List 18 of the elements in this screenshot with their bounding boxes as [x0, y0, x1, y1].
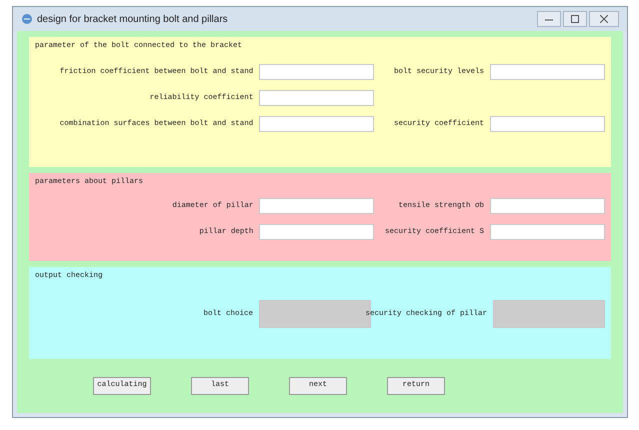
- input-field[interactable]: [259, 90, 374, 106]
- window-title: design for bracket mounting bolt and pillars: [37, 12, 228, 26]
- input-field[interactable]: [490, 116, 605, 132]
- input-field[interactable]: [259, 64, 374, 80]
- input-field[interactable]: [490, 224, 605, 240]
- close-icon: [600, 15, 608, 23]
- input-field[interactable]: [259, 116, 374, 132]
- input-field[interactable]: [259, 224, 374, 240]
- input-field[interactable]: [259, 198, 374, 214]
- minimize-icon: [545, 17, 553, 21]
- input-field[interactable]: [490, 64, 605, 80]
- input-field[interactable]: [490, 198, 605, 214]
- maximize-icon: [571, 15, 579, 23]
- input-field[interactable]: [493, 300, 605, 328]
- minimize-button[interactable]: [537, 11, 561, 27]
- app-icon: [21, 13, 33, 25]
- maximize-button[interactable]: [563, 11, 587, 27]
- close-button[interactable]: [589, 11, 619, 27]
